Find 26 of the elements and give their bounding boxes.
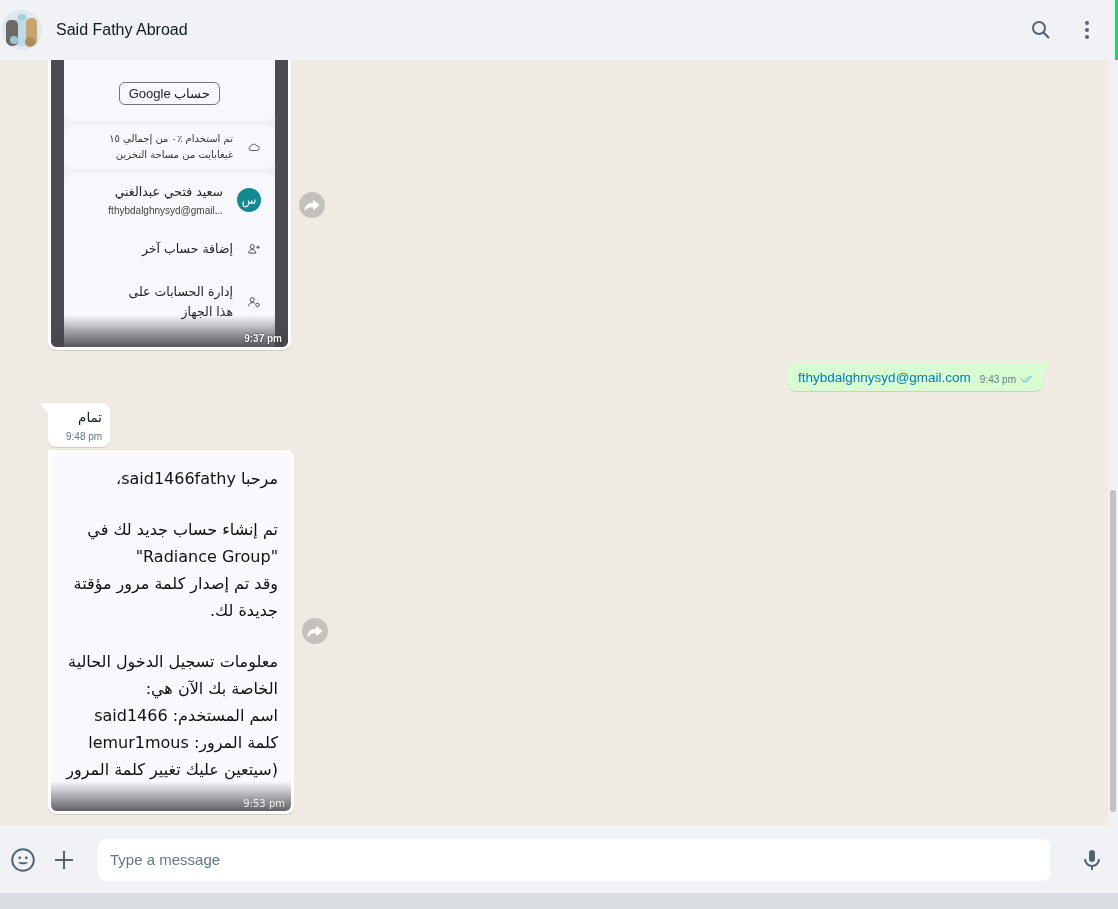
- message-line: كلمة المرور: lemur1mous: [87, 732, 278, 755]
- scrollbar[interactable]: [1108, 60, 1118, 826]
- google-account-button[interactable]: حساب Google: [118, 82, 221, 105]
- storage-text: تم استخدام ٪٠ من إجمالي ١٥ غيغابايت من مساحة التخزين: [108, 132, 233, 162]
- menu-item[interactable]: إضافة حساب آخر: [64, 227, 275, 271]
- account-name: سعيد فتحي عبدالغني: [113, 184, 223, 199]
- people-gear-icon: [247, 295, 261, 309]
- message-line: تم إنشاء حساب جديد لك في "Radiance Group": [86, 519, 278, 568]
- account-email: fthybdalghnysyd@gmail...: [108, 205, 223, 216]
- message-text: تمام: [78, 409, 103, 425]
- message-time: 9:53 pm: [243, 798, 285, 809]
- message-time: 9:43 pm: [979, 373, 1016, 385]
- message-line: مرحبا said1466fathy،: [114, 468, 278, 491]
- message-line: اسم المستخدم: said1466: [93, 705, 278, 727]
- message-input[interactable]: Type a message: [98, 838, 1050, 881]
- message-time: 9:48 pm: [66, 431, 103, 442]
- message-line: وقد تم إصدار كلمة مرور مؤقتة جديدة لك.: [72, 573, 278, 622]
- emoji-icon[interactable]: [10, 846, 36, 873]
- account-avatar: س: [237, 188, 261, 212]
- message-line: (سيتعين عليك تغيير كلمة المرور: [64, 759, 278, 782]
- message-time: 9:37 pm: [244, 333, 282, 344]
- person-add-icon: [247, 242, 261, 256]
- message-text: fthybdalghnysyd@gmail.com: [798, 370, 971, 385]
- message-line: معلومات تسجيل الدخول الحالية الخاصة بك الآن هي:: [67, 651, 278, 701]
- cloud-icon: [247, 140, 261, 154]
- menu-item[interactable]: إدارة الحسابات على هذا الجهاز: [64, 275, 275, 329]
